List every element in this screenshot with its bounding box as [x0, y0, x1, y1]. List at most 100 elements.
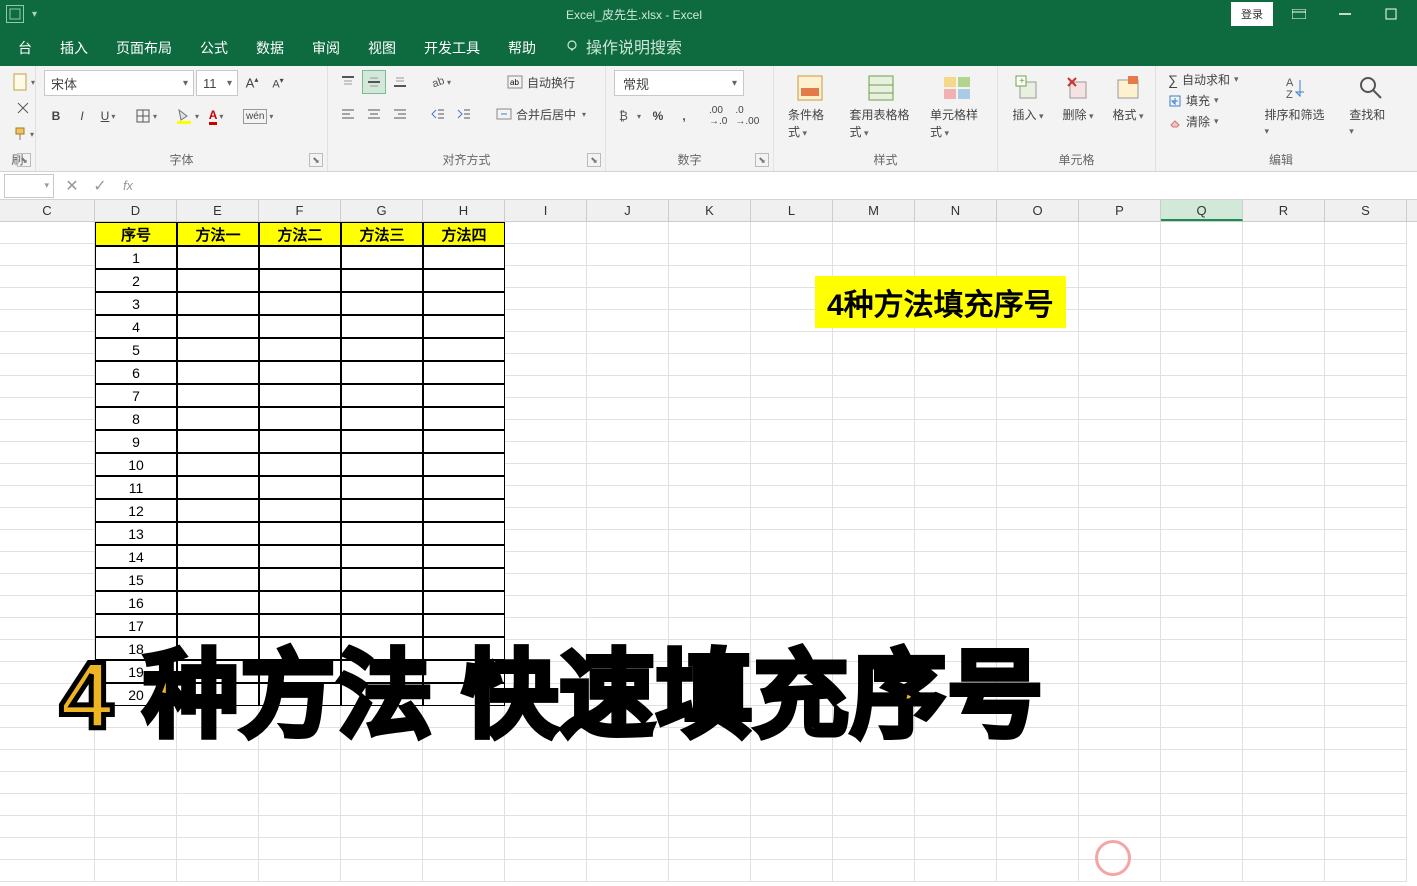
table-cell[interactable]: [341, 315, 423, 338]
column-header-O[interactable]: O: [997, 200, 1079, 221]
decrease-font-button[interactable]: A▾: [266, 71, 290, 95]
table-cell[interactable]: [341, 361, 423, 384]
decrease-indent-button[interactable]: [426, 102, 450, 126]
table-cell[interactable]: 13: [95, 522, 177, 545]
align-top-button[interactable]: [336, 70, 360, 94]
column-header-P[interactable]: P: [1079, 200, 1161, 221]
align-center-button[interactable]: [362, 102, 386, 126]
table-cell[interactable]: [259, 591, 341, 614]
increase-decimal-button[interactable]: .00→.0: [706, 104, 730, 128]
merge-center-button[interactable]: 合并后居中: [492, 102, 590, 126]
sort-filter-button[interactable]: AZ排序和筛选: [1259, 70, 1338, 139]
table-cell[interactable]: [423, 453, 505, 476]
font-size-select[interactable]: 11: [196, 70, 238, 96]
table-cell[interactable]: 15: [95, 568, 177, 591]
border-button[interactable]: [132, 104, 160, 128]
italic-button[interactable]: I: [70, 104, 94, 128]
table-cell[interactable]: [259, 269, 341, 292]
delete-cells-button[interactable]: 删除: [1056, 70, 1100, 125]
table-cell[interactable]: [177, 568, 259, 591]
align-left-button[interactable]: [336, 102, 360, 126]
table-cell[interactable]: 4: [95, 315, 177, 338]
tab-help[interactable]: 帮助: [494, 30, 550, 66]
decrease-decimal-button[interactable]: .0→.00: [732, 104, 762, 128]
table-cell[interactable]: [341, 522, 423, 545]
tab-home[interactable]: 台: [4, 30, 46, 66]
table-cell[interactable]: [177, 591, 259, 614]
format-cells-button[interactable]: 格式: [1106, 70, 1150, 125]
table-cell[interactable]: [423, 499, 505, 522]
table-cell[interactable]: [341, 568, 423, 591]
tab-data[interactable]: 数据: [242, 30, 298, 66]
table-cell[interactable]: [341, 545, 423, 568]
table-cell[interactable]: 9: [95, 430, 177, 453]
tab-insert[interactable]: 插入: [46, 30, 102, 66]
comma-button[interactable]: ,: [672, 104, 696, 128]
table-cell[interactable]: 16: [95, 591, 177, 614]
table-cell[interactable]: [259, 407, 341, 430]
column-header-G[interactable]: G: [341, 200, 423, 221]
table-header[interactable]: 方法三: [341, 222, 423, 246]
table-cell[interactable]: [423, 522, 505, 545]
table-cell[interactable]: [259, 453, 341, 476]
table-cell[interactable]: [423, 361, 505, 384]
tab-layout[interactable]: 页面布局: [102, 30, 186, 66]
table-cell[interactable]: [259, 292, 341, 315]
table-header[interactable]: 方法四: [423, 222, 505, 246]
underline-button[interactable]: U: [96, 104, 120, 128]
table-cell[interactable]: [259, 384, 341, 407]
table-cell[interactable]: [423, 591, 505, 614]
table-cell[interactable]: [423, 545, 505, 568]
maximize-button[interactable]: [1371, 0, 1411, 28]
formula-input[interactable]: [142, 174, 1417, 198]
spreadsheet-grid[interactable]: CDEFGHIJKLMNOPQRS 序号方法一方法二方法三方法四12345678…: [0, 200, 1417, 886]
ribbon-display-button[interactable]: [1279, 0, 1319, 28]
column-header-H[interactable]: H: [423, 200, 505, 221]
column-header-I[interactable]: I: [505, 200, 587, 221]
table-cell[interactable]: [423, 384, 505, 407]
fill-color-button[interactable]: [172, 104, 202, 128]
table-cell[interactable]: [341, 453, 423, 476]
column-header-R[interactable]: R: [1243, 200, 1325, 221]
table-cell[interactable]: [341, 384, 423, 407]
table-cell[interactable]: [259, 568, 341, 591]
find-select-button[interactable]: 查找和: [1343, 70, 1398, 139]
save-qat-icon[interactable]: [6, 5, 24, 23]
align-right-button[interactable]: [388, 102, 412, 126]
table-cell[interactable]: [341, 292, 423, 315]
table-cell[interactable]: [259, 361, 341, 384]
column-header-C[interactable]: C: [0, 200, 95, 221]
column-header-F[interactable]: F: [259, 200, 341, 221]
table-cell[interactable]: [259, 246, 341, 269]
table-cell[interactable]: 8: [95, 407, 177, 430]
increase-font-button[interactable]: A▴: [240, 71, 264, 95]
table-cell[interactable]: [423, 269, 505, 292]
name-box[interactable]: [4, 174, 54, 198]
confirm-formula-button[interactable]: ✓: [86, 174, 114, 198]
table-cell[interactable]: [177, 384, 259, 407]
table-cell[interactable]: [177, 269, 259, 292]
table-cell[interactable]: [341, 476, 423, 499]
table-cell[interactable]: [177, 292, 259, 315]
column-header-Q[interactable]: Q: [1161, 200, 1243, 221]
fx-button[interactable]: fx: [114, 174, 142, 198]
table-cell[interactable]: [259, 430, 341, 453]
column-header-L[interactable]: L: [751, 200, 833, 221]
cell-styles-button[interactable]: 单元格样式: [924, 70, 989, 142]
accounting-format-button[interactable]: ₿: [614, 104, 644, 128]
table-cell[interactable]: [423, 430, 505, 453]
column-header-S[interactable]: S: [1325, 200, 1407, 221]
table-cell[interactable]: 14: [95, 545, 177, 568]
table-cell[interactable]: [341, 246, 423, 269]
table-cell[interactable]: 5: [95, 338, 177, 361]
tab-review[interactable]: 审阅: [298, 30, 354, 66]
table-header[interactable]: 序号: [95, 222, 177, 246]
table-cell[interactable]: [423, 338, 505, 361]
align-middle-button[interactable]: [362, 70, 386, 94]
table-cell[interactable]: [341, 338, 423, 361]
align-bottom-button[interactable]: [388, 70, 412, 94]
table-cell[interactable]: [259, 499, 341, 522]
column-header-J[interactable]: J: [587, 200, 669, 221]
percent-button[interactable]: %: [646, 104, 670, 128]
wrap-text-button[interactable]: ab自动换行: [492, 70, 590, 94]
